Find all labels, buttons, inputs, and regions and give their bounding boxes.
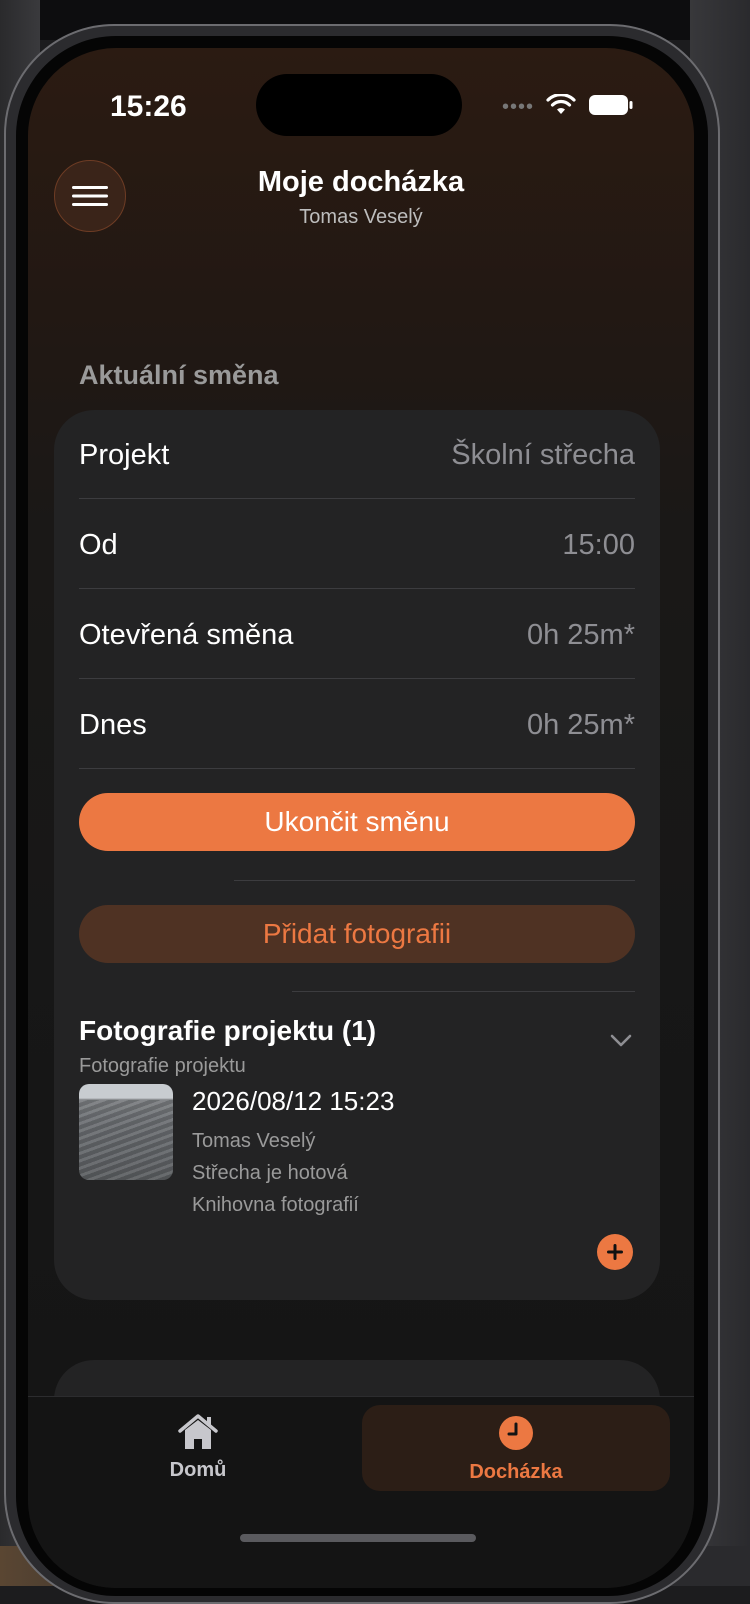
row-label: Otevřená směna	[79, 618, 294, 651]
home-icon	[178, 1414, 218, 1449]
divider	[79, 588, 635, 589]
photo-note: Střecha je hotová	[192, 1162, 348, 1184]
row-label: Dnes	[79, 708, 147, 741]
battery-icon	[588, 94, 634, 121]
current-shift-card: Projekt Školní střecha Od 15:00 Otevřená…	[54, 410, 660, 1300]
row-today: Dnes 0h 25m*	[79, 680, 635, 770]
cellular-signal: ••••	[501, 96, 534, 118]
row-value: Školní střecha	[451, 438, 635, 471]
page-subtitle: Tomas Veselý	[299, 206, 423, 228]
home-indicator	[240, 1534, 476, 1542]
photo-thumbnail[interactable]	[79, 1084, 173, 1180]
photo-source: Knihovna fotografií	[192, 1194, 359, 1216]
row-start: Od 15:00	[79, 500, 635, 590]
divider	[234, 880, 635, 881]
tab-bar: Domů Docházka	[28, 1396, 694, 1588]
row-label: Projekt	[79, 438, 170, 471]
status-indicators: ••••	[501, 93, 634, 121]
section-title: Aktuální směna	[79, 360, 279, 390]
photos-section-subtitle: Fotografie projektu	[79, 1055, 246, 1077]
end-shift-button[interactable]: Ukončit směnu	[79, 793, 635, 851]
row-label: Od	[79, 528, 118, 561]
divider	[292, 991, 635, 992]
row-value: 0h 25m*	[526, 618, 635, 651]
divider	[79, 498, 635, 499]
plus-icon	[607, 1244, 623, 1260]
photos-section-title: Fotografie projektu (1)	[79, 1015, 377, 1046]
tab-home[interactable]: Domů	[128, 1413, 268, 1493]
divider	[79, 768, 635, 769]
clock-icon	[499, 1416, 533, 1450]
wifi-icon	[546, 93, 576, 121]
tab-label: Domů	[169, 1459, 227, 1481]
divider	[79, 678, 635, 679]
tab-label: Docházka	[469, 1461, 563, 1483]
photo-author: Tomas Veselý	[192, 1130, 316, 1152]
app-screen: 15:26 •••• Moje docházka Tomas Veselý Ak…	[28, 48, 694, 1588]
tab-attendance[interactable]: Docházka	[362, 1405, 670, 1491]
status-time: 15:26	[110, 90, 187, 123]
row-project: Projekt Školní střecha	[79, 410, 635, 500]
add-photo-button[interactable]: Přidat fotografii	[79, 905, 635, 963]
chevron-down-icon[interactable]	[610, 1034, 632, 1053]
row-value: 0h 25m*	[526, 708, 635, 741]
add-photo-plus-button[interactable]	[597, 1234, 633, 1270]
dynamic-island	[256, 74, 462, 136]
row-open-shift: Otevřená směna 0h 25m*	[79, 590, 635, 680]
page-title: Moje docházka	[257, 166, 465, 198]
row-value: 15:00	[562, 528, 635, 561]
photo-datetime: 2026/08/12 15:23	[192, 1086, 395, 1116]
